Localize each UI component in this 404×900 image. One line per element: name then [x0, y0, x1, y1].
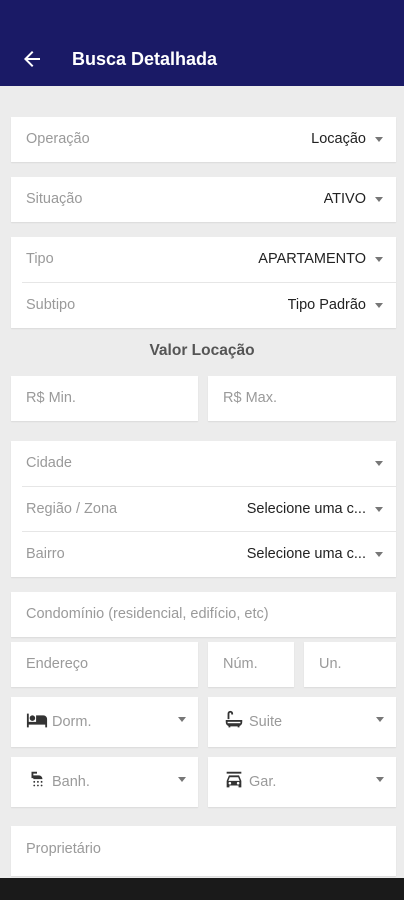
regiao-value: Selecione uma c... [246, 501, 366, 517]
app-bar: Busca Detalhada [0, 0, 404, 86]
gar-placeholder: Gar. [249, 774, 277, 790]
chevron-down-icon [376, 777, 384, 782]
valor-min-input[interactable]: R$ Min. [11, 376, 198, 421]
subtipo-label: Subtipo [26, 297, 76, 313]
bairro-label: Bairro [26, 546, 65, 562]
chevron-down-icon [375, 507, 383, 512]
dorm-select[interactable]: Dorm. [11, 697, 198, 747]
endereco-placeholder: Endereço [26, 656, 89, 672]
system-nav-bar [0, 878, 404, 900]
operacao-label: Operação [26, 131, 90, 147]
subtipo-value: Tipo Padrão [287, 297, 366, 313]
arrow-left-icon[interactable] [20, 47, 44, 71]
page-title: Busca Detalhada [72, 49, 218, 69]
condominio-placeholder: Condomínio (residencial, edifício, etc) [26, 606, 269, 622]
operacao-card: Operação Locação [11, 117, 396, 162]
unidade-input[interactable]: Un. [304, 642, 396, 687]
chevron-down-icon [178, 777, 186, 782]
chevron-down-icon [375, 197, 383, 202]
valor-max-placeholder: R$ Max. [223, 390, 277, 406]
endereco-input[interactable]: Endereço [11, 642, 198, 687]
dorm-placeholder: Dorm. [52, 714, 92, 730]
chevron-down-icon [375, 461, 383, 466]
cidade-label: Cidade [26, 455, 72, 471]
shower-icon [31, 771, 43, 787]
subtipo-select[interactable]: Subtipo Tipo Padrão [11, 282, 396, 328]
tipo-label: Tipo [26, 251, 54, 267]
tipo-card: Tipo APARTAMENTO Subtipo Tipo Padrão [11, 237, 396, 328]
tipo-select[interactable]: Tipo APARTAMENTO [11, 237, 396, 282]
proprietario-placeholder: Proprietário [26, 841, 101, 857]
chevron-down-icon [375, 552, 383, 557]
numero-placeholder: Núm. [223, 656, 258, 672]
car-icon [226, 771, 242, 788]
valor-min-placeholder: R$ Min. [26, 390, 76, 406]
tipo-value: APARTAMENTO [258, 251, 366, 267]
unidade-placeholder: Un. [319, 656, 342, 672]
proprietario-input[interactable]: Proprietário [11, 826, 396, 876]
bed-icon [26, 713, 48, 728]
condominio-input[interactable]: Condomínio (residencial, edifício, etc) [11, 592, 396, 637]
chevron-down-icon [375, 257, 383, 262]
bairro-select[interactable]: Bairro Selecione uma c... [11, 531, 396, 577]
regiao-label: Região / Zona [26, 501, 118, 517]
situacao-select[interactable]: Situação ATIVO [11, 177, 396, 222]
suite-placeholder: Suite [249, 714, 283, 730]
localizacao-card: Cidade Região / Zona Selecione uma c... … [11, 441, 396, 577]
cidade-select[interactable]: Cidade [11, 441, 396, 486]
operacao-value: Locação [311, 131, 366, 147]
valor-max-input[interactable]: R$ Max. [208, 376, 396, 421]
banh-select[interactable]: Banh. [11, 757, 198, 807]
situacao-card: Situação ATIVO [11, 177, 396, 222]
numero-input[interactable]: Núm. [208, 642, 294, 687]
chevron-down-icon [375, 303, 383, 308]
situacao-value: ATIVO [323, 191, 366, 207]
bairro-value: Selecione uma c... [246, 546, 366, 562]
chevron-down-icon [178, 717, 186, 722]
bathtub-icon [225, 710, 243, 728]
gar-select[interactable]: Gar. [208, 757, 396, 807]
chevron-down-icon [376, 717, 384, 722]
banh-placeholder: Banh. [52, 774, 90, 790]
regiao-select[interactable]: Região / Zona Selecione uma c... [11, 486, 396, 532]
valor-section-title: Valor Locação [149, 342, 255, 359]
suite-select[interactable]: Suite [208, 697, 396, 747]
chevron-down-icon [375, 137, 383, 142]
operacao-select[interactable]: Operação Locação [11, 117, 396, 162]
situacao-label: Situação [26, 191, 83, 207]
